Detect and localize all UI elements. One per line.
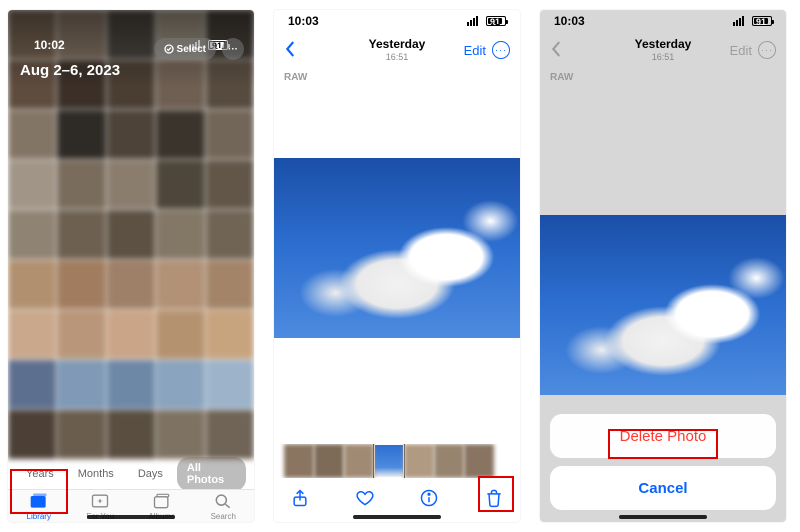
filmstrip-thumbnail[interactable] — [284, 444, 314, 478]
raw-badge: RAW — [540, 68, 786, 87]
photo-thumbnail[interactable] — [107, 110, 155, 159]
photo-thumbnail[interactable] — [156, 210, 204, 259]
trash-button[interactable] — [484, 488, 504, 513]
select-button[interactable]: Select — [154, 38, 216, 60]
segment-months[interactable]: Months — [68, 463, 124, 485]
select-label: Select — [177, 44, 206, 55]
share-button[interactable] — [290, 488, 310, 513]
photo-viewer[interactable] — [274, 87, 520, 408]
filmstrip-thumbnail[interactable] — [464, 444, 494, 478]
screen-delete-confirm: 10:03 91 Yesterday 16:51 Edit ··· RAW De… — [540, 10, 786, 522]
status-time: 10:03 — [554, 14, 585, 28]
signal-icon — [733, 16, 744, 26]
filmstrip-thumbnail[interactable] — [344, 444, 374, 478]
photo-thumbnail[interactable] — [206, 410, 254, 459]
segment-all-photos[interactable]: All Photos — [177, 457, 246, 491]
photo-thumbnail[interactable] — [8, 260, 56, 309]
battery-icon: 91 — [752, 16, 772, 26]
photo-thumbnail[interactable] — [57, 410, 105, 459]
photo-thumbnail[interactable] — [57, 360, 105, 409]
filmstrip-thumbnail[interactable] — [314, 444, 344, 478]
photo-thumbnail[interactable] — [8, 210, 56, 259]
back-button[interactable] — [284, 40, 296, 61]
photo-thumbnail[interactable] — [206, 310, 254, 359]
action-sheet: Delete Photo Cancel — [540, 406, 786, 522]
photo-thumbnail[interactable] — [8, 110, 56, 159]
home-indicator[interactable] — [353, 515, 441, 519]
photo-thumbnail[interactable] — [107, 160, 155, 209]
thumbnail-strip[interactable] — [274, 444, 520, 478]
tab-search-label: Search — [211, 512, 236, 521]
more-options-button[interactable]: ··· — [492, 41, 510, 59]
photo-thumbnail[interactable] — [8, 360, 56, 409]
home-indicator[interactable] — [87, 515, 175, 519]
photo-thumbnail[interactable] — [57, 110, 105, 159]
photo-thumbnail[interactable] — [8, 410, 56, 459]
nav-title-group: Yesterday 16:51 — [635, 38, 692, 62]
info-button[interactable] — [419, 488, 439, 513]
library-header: 10:02 91 Aug 2–6, 2023 Select ··· — [8, 10, 254, 87]
photo-thumbnail[interactable] — [107, 210, 155, 259]
photo-content — [540, 215, 786, 395]
filmstrip-thumbnail[interactable] — [404, 444, 434, 478]
signal-icon — [467, 16, 478, 26]
photo-thumbnail[interactable] — [57, 210, 105, 259]
tab-search[interactable]: Search — [193, 490, 255, 522]
back-button — [550, 40, 562, 61]
nav-title-group: Yesterday 16:51 — [369, 38, 426, 62]
photo-thumbnail[interactable] — [156, 110, 204, 159]
photo-thumbnail[interactable] — [206, 360, 254, 409]
nav-bar: Yesterday 16:51 Edit ··· — [274, 32, 520, 68]
status-time: 10:03 — [288, 14, 319, 28]
photo-thumbnail[interactable] — [8, 310, 56, 359]
more-options-button: ··· — [758, 41, 776, 59]
nav-bar: Yesterday 16:51 Edit ··· — [540, 32, 786, 68]
photo-thumbnail[interactable] — [107, 310, 155, 359]
screen-library: 10:02 91 Aug 2–6, 2023 Select ··· Years … — [8, 10, 254, 522]
photo-thumbnail[interactable] — [107, 360, 155, 409]
more-button[interactable]: ··· — [222, 38, 244, 60]
filmstrip-thumbnail[interactable] — [434, 444, 464, 478]
photo-thumbnail[interactable] — [8, 160, 56, 209]
edit-button: Edit — [730, 43, 752, 58]
photo-thumbnail[interactable] — [206, 160, 254, 209]
photo-thumbnail[interactable] — [57, 310, 105, 359]
screen-photo-detail: 10:03 91 Yesterday 16:51 Edit ··· RAW — [274, 10, 520, 522]
tab-library[interactable]: Library — [8, 490, 70, 522]
raw-badge: RAW — [274, 68, 520, 87]
status-bar: 10:03 91 — [540, 10, 786, 32]
photo-thumbnail[interactable] — [156, 310, 204, 359]
segment-years[interactable]: Years — [16, 463, 64, 485]
cancel-button[interactable]: Cancel — [550, 466, 776, 510]
battery-icon: 91 — [486, 16, 506, 26]
photo-thumbnail[interactable] — [206, 260, 254, 309]
photo-content[interactable] — [274, 158, 520, 338]
photo-thumbnail[interactable] — [156, 410, 204, 459]
nav-subtitle: 16:51 — [635, 52, 692, 62]
tab-library-label: Library — [27, 512, 51, 521]
status-bar: 10:03 91 — [274, 10, 520, 32]
photo-thumbnail[interactable] — [206, 210, 254, 259]
photo-thumbnail[interactable] — [206, 110, 254, 159]
photo-thumbnail[interactable] — [156, 360, 204, 409]
view-segment-bar: Years Months Days All Photos — [8, 459, 254, 489]
filmstrip-thumbnail[interactable] — [374, 444, 404, 478]
segment-days[interactable]: Days — [128, 463, 173, 485]
nav-title: Yesterday — [635, 38, 692, 52]
photo-thumbnail[interactable] — [156, 160, 204, 209]
photo-thumbnail[interactable] — [107, 410, 155, 459]
favorite-button[interactable] — [355, 488, 375, 513]
photo-thumbnail[interactable] — [107, 260, 155, 309]
photo-thumbnail[interactable] — [57, 160, 105, 209]
edit-button[interactable]: Edit — [464, 43, 486, 58]
photo-thumbnail[interactable] — [156, 260, 204, 309]
nav-subtitle: 16:51 — [369, 52, 426, 62]
date-range-label: Aug 2–6, 2023 — [20, 62, 242, 79]
photo-thumbnail[interactable] — [57, 260, 105, 309]
nav-title: Yesterday — [369, 38, 426, 52]
status-time: 10:02 — [34, 38, 65, 52]
delete-photo-button[interactable]: Delete Photo — [550, 414, 776, 458]
